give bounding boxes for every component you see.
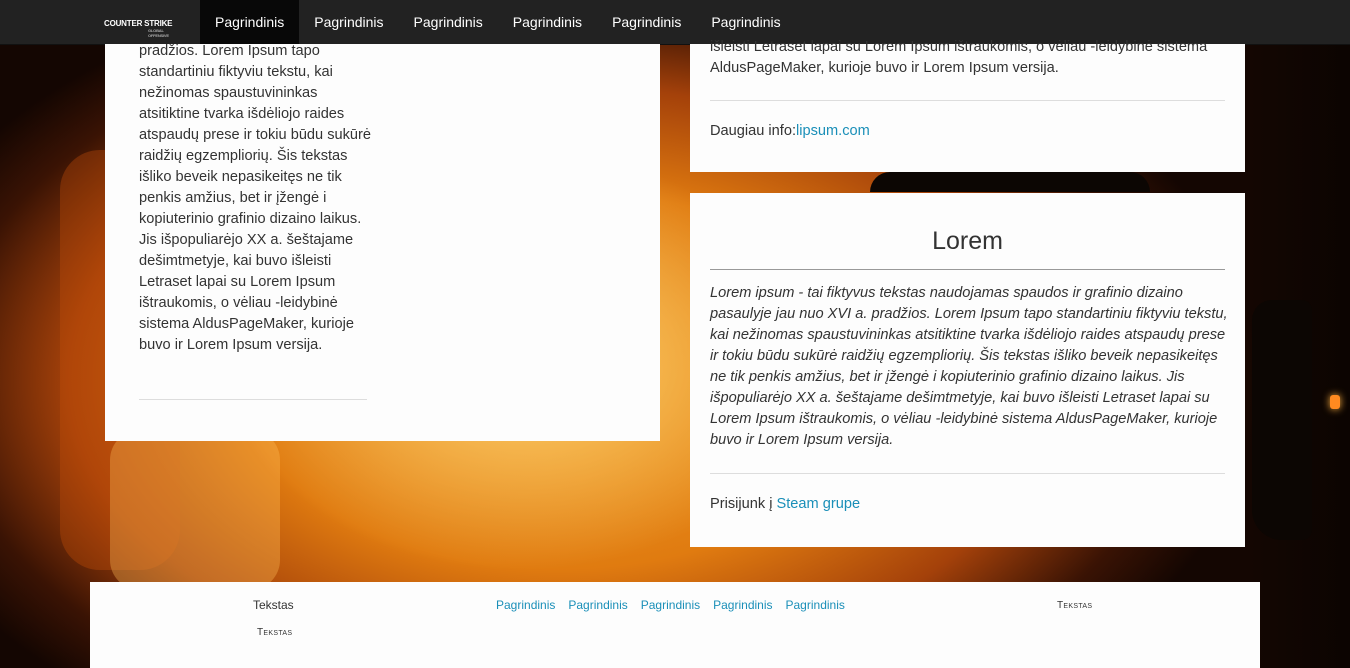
nav-item-pagrindinis-5[interactable]: Pagrindinis [597, 0, 696, 44]
nav-item-pagrindinis-3[interactable]: Pagrindinis [399, 0, 498, 44]
brand-logo-text: COUNTER STRIKE [104, 18, 173, 28]
footer-text-small: Tekstas [257, 627, 293, 638]
join-label: Prisijunk į [710, 496, 777, 512]
footer-link-3[interactable]: Pagrindinis [641, 598, 700, 612]
divider [139, 399, 367, 400]
lipsum-link[interactable]: lipsum.com [796, 123, 870, 139]
background-glow [1330, 395, 1340, 409]
right-top-panel: išleisti Letraset lapai su Lorem Ipsum i… [690, 39, 1245, 172]
footer-text-right: Tekstas [1057, 600, 1093, 611]
more-info-label: Daugiau info: [710, 123, 797, 139]
right-top-text: išleisti Letraset lapai su Lorem Ipsum i… [710, 39, 1208, 76]
footer-link-5[interactable]: Pagrindinis [786, 598, 845, 612]
divider [710, 100, 1225, 101]
background-shape [110, 430, 280, 590]
right-bottom-text: Lorem ipsum - tai fiktyvus tekstas naudo… [710, 285, 1228, 448]
left-content-panel: pradžios. Lorem Ipsum tapo standartiniu … [105, 43, 660, 441]
nav-item-pagrindinis-1[interactable]: Pagrindinis [200, 0, 300, 44]
brand-logo-subtitle: GLOBAL OFFENSIVE [148, 28, 169, 38]
join-line: Prisijunk į Steam grupe [710, 496, 860, 512]
footer-link-1[interactable]: Pagrindinis [496, 598, 555, 612]
more-info-line: Daugiau info:lipsum.com [710, 123, 870, 139]
nav-item-pagrindinis-2[interactable]: Pagrindinis [299, 0, 398, 44]
background-figure [1252, 300, 1312, 540]
nav-item-pagrindinis-4[interactable]: Pagrindinis [498, 0, 597, 44]
right-bottom-panel: Lorem Lorem ipsum - tai fiktyvus tekstas… [690, 193, 1245, 547]
footer-links: Pagrindinis Pagrindinis Pagrindinis Pagr… [496, 598, 845, 612]
left-panel-text: pradžios. Lorem Ipsum tapo standartiniu … [139, 43, 372, 353]
steam-group-link[interactable]: Steam grupe [777, 496, 861, 512]
footer-link-4[interactable]: Pagrindinis [713, 598, 772, 612]
panel-title: Lorem [932, 227, 1003, 255]
nav-menu: Pagrindinis Pagrindinis Pagrindinis Pagr… [200, 0, 796, 44]
divider [710, 473, 1225, 474]
footer-text: Tekstas [253, 598, 294, 612]
background-figure [870, 172, 1150, 192]
brand-logo[interactable]: COUNTER STRIKE GLOBAL OFFENSIVE [104, 12, 184, 39]
footer-link-2[interactable]: Pagrindinis [568, 598, 627, 612]
footer: Tekstas Tekstas Pagrindinis Pagrindinis … [90, 582, 1260, 668]
divider [710, 269, 1225, 270]
